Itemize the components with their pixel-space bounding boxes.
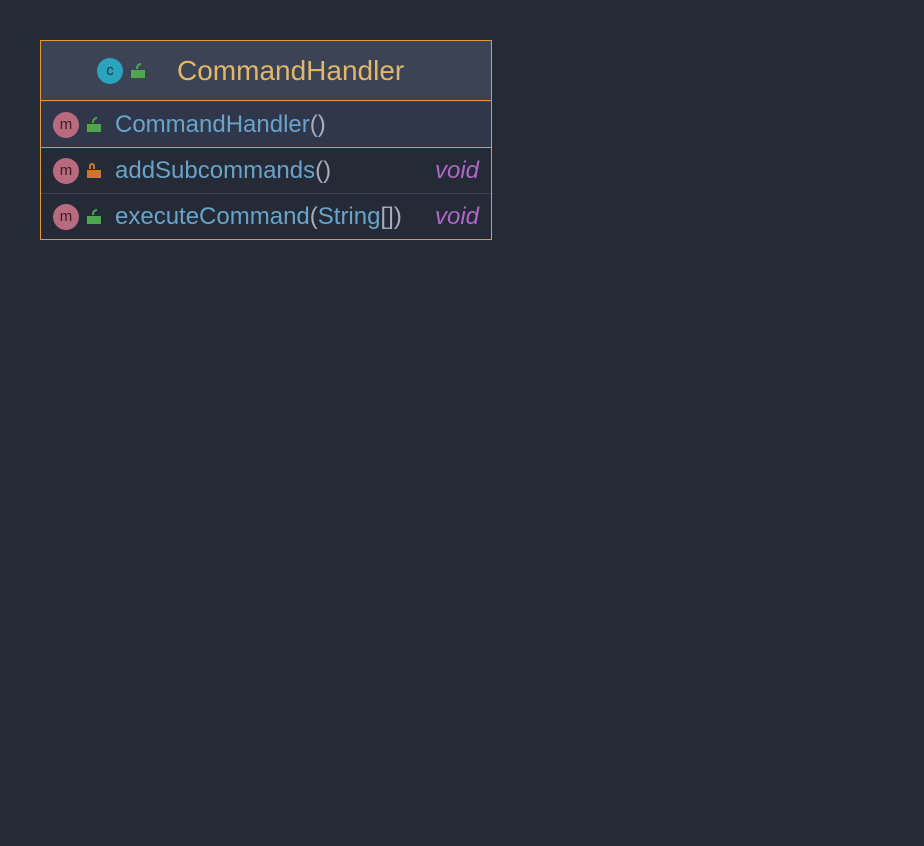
return-type: void [435, 203, 479, 231]
method-kind-icon: m [53, 112, 79, 138]
member-name: addSubcommands [115, 157, 315, 185]
member-signature: addSubcommands() [115, 157, 425, 185]
class-name: CommandHandler [159, 55, 491, 87]
param-suffix: [] [380, 203, 393, 231]
diagram-canvas: c CommandHandler m CommandHandler() m ad… [0, 0, 924, 846]
method-kind-icon: m [53, 158, 79, 184]
paren-close: ) [394, 203, 402, 231]
unlocked-icon [87, 210, 101, 224]
member-signature: executeCommand(String[]) [115, 203, 425, 231]
member-name: CommandHandler [115, 111, 310, 139]
member-signature: CommandHandler() [115, 111, 469, 139]
paren-open: ( [310, 203, 318, 231]
paren-open: ( [310, 111, 318, 139]
paren-open: ( [315, 157, 323, 185]
member-row[interactable]: m addSubcommands() void [41, 147, 491, 193]
locked-icon [87, 164, 101, 178]
param-type: String [318, 203, 381, 231]
return-type: void [435, 157, 479, 185]
member-row[interactable]: m CommandHandler() [41, 101, 491, 147]
unlocked-icon [87, 118, 101, 132]
method-kind-icon: m [53, 204, 79, 230]
class-header[interactable]: c CommandHandler [41, 41, 491, 101]
member-row[interactable]: m executeCommand(String[]) void [41, 193, 491, 239]
paren-close: ) [318, 111, 326, 139]
class-box[interactable]: c CommandHandler m CommandHandler() m ad… [40, 40, 492, 240]
member-name: executeCommand [115, 203, 310, 231]
class-kind-icon: c [97, 58, 123, 84]
unlocked-icon [131, 64, 145, 78]
paren-close: ) [323, 157, 331, 185]
